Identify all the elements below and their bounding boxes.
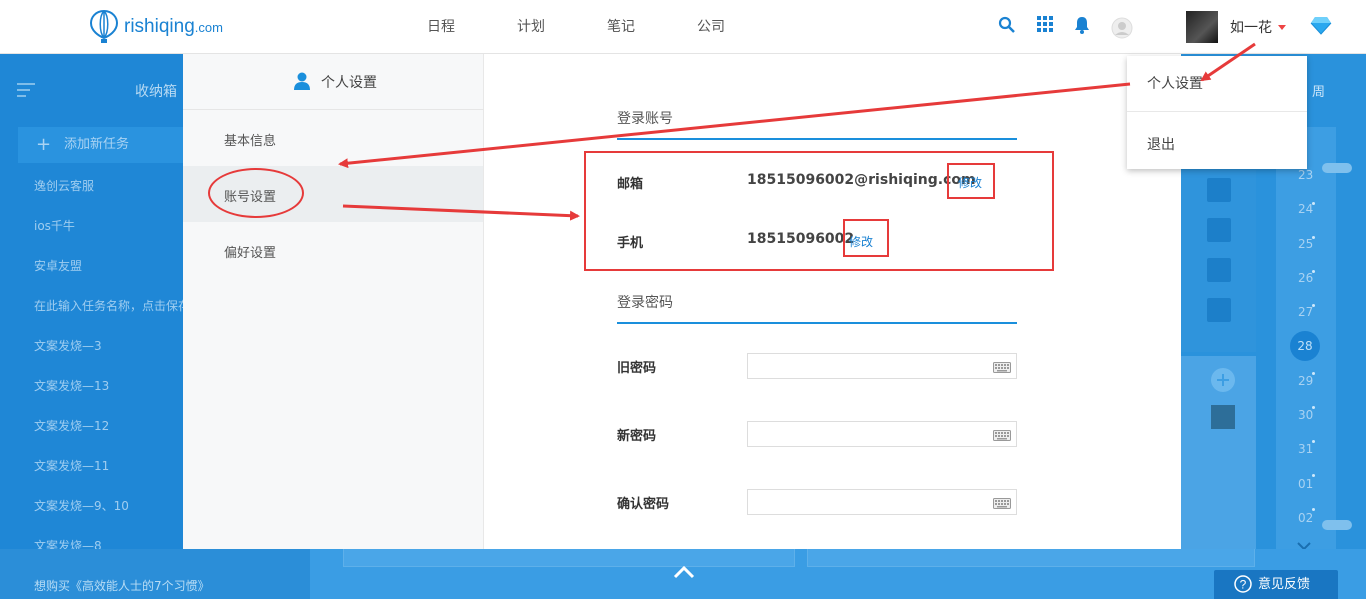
- task-item[interactable]: 安卓友盟: [34, 257, 82, 274]
- date-label[interactable]: 30: [1298, 408, 1313, 422]
- task-item[interactable]: 文案发烧—11: [34, 457, 109, 474]
- top-navigation-bar: rishiqing.com 日程 计划 笔记 公司 如一花: [0, 0, 1366, 54]
- keyboard-icon: [993, 362, 1011, 373]
- week-tab[interactable]: 周: [1312, 81, 1325, 100]
- date-label[interactable]: 23: [1298, 168, 1313, 182]
- bell-icon[interactable]: [1074, 16, 1090, 34]
- svg-text:?: ?: [1240, 578, 1247, 592]
- old-password-label: 旧密码: [617, 361, 657, 376]
- keyboard-icon: [993, 430, 1011, 441]
- new-password-label: 新密码: [617, 429, 657, 444]
- event-dot: [1312, 304, 1315, 307]
- plus-icon: +: [36, 134, 52, 155]
- task-item[interactable]: 文案发烧—13: [34, 377, 109, 394]
- caret-down-icon[interactable]: [1278, 25, 1286, 30]
- menu-icon: [17, 83, 35, 97]
- nav-company[interactable]: 公司: [697, 0, 787, 54]
- settings-content: [484, 54, 1181, 549]
- menu-basic-info[interactable]: 基本信息: [224, 130, 276, 149]
- settings-title: 个人设置: [321, 75, 377, 91]
- task-item[interactable]: ios千牛: [34, 217, 75, 234]
- event-dot: [1312, 372, 1315, 375]
- date-label[interactable]: 31: [1298, 442, 1313, 456]
- person-icon: [294, 72, 310, 90]
- board-icon[interactable]: [1207, 218, 1231, 242]
- search-icon[interactable]: [998, 16, 1016, 34]
- logo-suffix: .com: [194, 20, 223, 35]
- date-label[interactable]: 27: [1298, 305, 1313, 319]
- inbox-title: 收纳箱: [135, 84, 177, 100]
- login-account-title: 登录账号: [617, 111, 673, 127]
- balloon-logo-icon: [90, 10, 118, 43]
- password-title: 登录密码: [617, 295, 673, 311]
- date-label[interactable]: 24: [1298, 202, 1313, 216]
- settings-sidebar: [183, 54, 484, 549]
- board-icon[interactable]: [1207, 298, 1231, 322]
- main-nav: 日程 计划 笔记 公司: [427, 0, 787, 54]
- add-task-label: 添加新任务: [64, 137, 130, 152]
- scroll-handle[interactable]: [1322, 520, 1352, 530]
- section-divider: [617, 138, 1017, 140]
- dropdown-logout[interactable]: 退出: [1147, 134, 1175, 154]
- user-circle-icon[interactable]: [1111, 17, 1133, 39]
- date-label[interactable]: 26: [1298, 271, 1313, 285]
- event-dot: [1312, 236, 1315, 239]
- task-item[interactable]: 想购买《高效能人士的7个习惯》: [34, 577, 210, 594]
- add-circle-icon[interactable]: [1210, 367, 1236, 393]
- event-dot: [1312, 202, 1315, 205]
- old-password-input[interactable]: [747, 353, 1017, 379]
- event-dot: [1312, 440, 1315, 443]
- annotation-box: [947, 163, 995, 199]
- menu-preferences[interactable]: 偏好设置: [224, 242, 276, 261]
- apps-grid-icon[interactable]: [1037, 16, 1053, 32]
- board-icon[interactable]: [1207, 258, 1231, 282]
- diamond-icon[interactable]: [1310, 15, 1332, 35]
- scroll-handle[interactable]: [1322, 163, 1352, 173]
- task-item[interactable]: 逸创云客服: [34, 177, 94, 194]
- event-dot: [1312, 508, 1315, 511]
- confirm-password-input[interactable]: [747, 489, 1017, 515]
- nav-plan[interactable]: 计划: [517, 0, 607, 54]
- date-label[interactable]: 29: [1298, 374, 1313, 388]
- date-label[interactable]: 01: [1298, 477, 1313, 491]
- task-item[interactable]: 文案发烧—12: [34, 417, 109, 434]
- task-item[interactable]: 文案发烧—9、10: [34, 497, 129, 514]
- annotation-ellipse: [208, 168, 304, 218]
- task-item[interactable]: 在此输入任务名称，点击保存: [34, 297, 190, 314]
- section-divider: [617, 322, 1017, 324]
- annotation-box: [843, 219, 889, 257]
- card-bottom: [343, 549, 795, 567]
- dropdown-personal-settings[interactable]: 个人设置: [1147, 73, 1203, 93]
- date-selected[interactable]: 28: [1290, 331, 1320, 361]
- logo[interactable]: rishiqing.com: [90, 10, 223, 44]
- chevron-up-icon[interactable]: [673, 565, 695, 579]
- event-dot: [1312, 270, 1315, 273]
- event-dot: [1312, 474, 1315, 477]
- help-icon: ?: [1234, 575, 1252, 593]
- event-dot: [1312, 406, 1315, 409]
- confirm-password-label: 确认密码: [617, 497, 670, 512]
- date-label[interactable]: 25: [1298, 237, 1313, 251]
- dropdown-divider: [1127, 111, 1307, 112]
- user-avatar[interactable]: [1186, 11, 1218, 43]
- username[interactable]: 如一花: [1230, 17, 1272, 37]
- keyboard-icon: [993, 498, 1011, 509]
- card-bottom: [807, 549, 1255, 567]
- logo-text: rishiqing: [124, 16, 195, 37]
- new-password-input[interactable]: [747, 421, 1017, 447]
- nav-schedule[interactable]: 日程: [427, 0, 517, 54]
- nav-notes[interactable]: 笔记: [607, 0, 697, 54]
- task-item[interactable]: 文案发烧—3: [34, 337, 102, 354]
- user-dropdown-menu: 个人设置 退出: [1127, 56, 1307, 169]
- board-icon[interactable]: [1207, 178, 1231, 202]
- date-label[interactable]: 02: [1298, 511, 1313, 525]
- member-avatar[interactable]: [1211, 405, 1235, 429]
